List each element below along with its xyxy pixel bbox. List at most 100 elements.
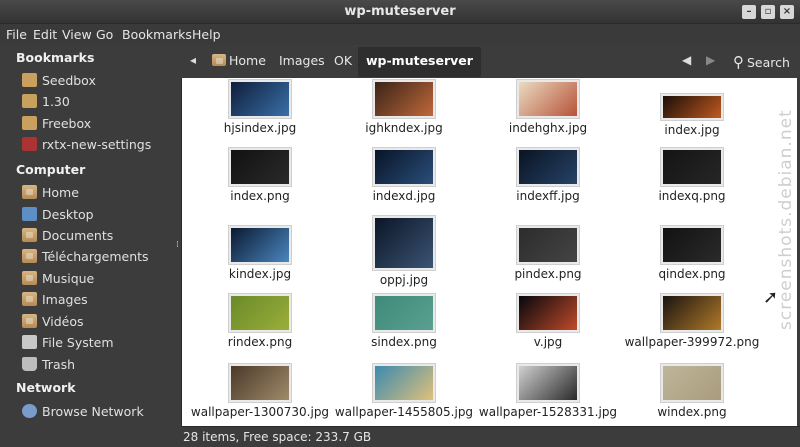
search-label: Search	[747, 55, 790, 70]
menu-go[interactable]: Go	[96, 27, 113, 42]
file-item[interactable]: wallpaper-1300730.jpg	[190, 364, 330, 419]
file-name: indexd.jpg	[372, 189, 436, 203]
sidebar-item-telechargements[interactable]: Téléchargements	[22, 247, 149, 265]
file-item[interactable]: wallpaper-1455805.jpg	[334, 364, 474, 419]
watermark: screenshots.debian.net	[772, 100, 798, 350]
file-name: indexq.png	[658, 189, 726, 203]
maximize-icon[interactable]: ▫	[761, 5, 775, 19]
menu-help[interactable]: Help	[192, 27, 221, 42]
sidebar-item-file-system[interactable]: File System	[22, 333, 114, 351]
crumb-current[interactable]: wp-muteserver	[358, 47, 481, 77]
sidebar-item-freebox[interactable]: Freebox	[22, 114, 91, 132]
file-view[interactable]: hjsindex.jpg ighkndex.jpg indehghx.jpg inde…	[181, 78, 797, 426]
file-item[interactable]: hjsindex.jpg	[190, 80, 330, 135]
sidebar-item-label: Desktop	[42, 206, 94, 222]
menu-bookmarks[interactable]: Bookmarks	[122, 27, 192, 42]
sidebar-item-trash[interactable]: Trash	[22, 355, 75, 373]
sidebar-item-images[interactable]: Images	[22, 290, 88, 308]
close-icon[interactable]: ×	[780, 5, 794, 19]
folder-icon	[22, 228, 37, 242]
menu-view[interactable]: View	[62, 27, 92, 42]
menu-file[interactable]: File	[6, 27, 27, 42]
crumb-ok[interactable]: OK	[334, 53, 352, 68]
sidebar-item-videos[interactable]: Vidéos	[22, 312, 84, 330]
file-item[interactable]: v.jpg	[478, 294, 618, 349]
file-thumbnail	[661, 226, 723, 264]
file-thumbnail	[373, 294, 435, 332]
window-title: wp-muteserver	[344, 4, 456, 19]
sidebar-item-home[interactable]: Home	[22, 183, 79, 201]
sidebar-item-documents[interactable]: Documents	[22, 226, 113, 244]
sidebar-item-1-30[interactable]: 1.30	[22, 92, 70, 110]
file-thumbnail	[229, 148, 291, 186]
sidebar-item-label: Musique	[42, 270, 95, 286]
menu-edit[interactable]: Edit	[33, 27, 57, 42]
file-item[interactable]: wallpaper-1528331.jpg	[478, 364, 618, 419]
file-thumbnail	[229, 226, 291, 264]
file-item[interactable]: pindex.png	[478, 226, 618, 281]
home-folder-icon	[22, 185, 37, 199]
path-bar: ◂ Home Images OK wp-muteserver ◀ ▶ ⚲ Sear…	[181, 45, 800, 78]
sidebar-item-seedbox[interactable]: Seedbox	[22, 71, 96, 89]
folder-icon	[22, 314, 37, 328]
crumb-home[interactable]: Home	[212, 53, 266, 68]
file-name: indexff.jpg	[516, 189, 580, 203]
sidebar-item-browse-network[interactable]: Browse Network	[22, 402, 144, 420]
file-item[interactable]: wallpaper-399972.png	[622, 294, 762, 349]
file-name: kindex.jpg	[228, 267, 292, 281]
file-thumbnail	[373, 80, 435, 118]
file-item[interactable]: indehghx.jpg	[478, 80, 618, 135]
file-name: v.jpg	[533, 335, 563, 349]
sidebar-item-label: 1.30	[42, 93, 70, 109]
network-icon	[22, 404, 37, 418]
status-bar: 28 items, Free space: 233.7 GB	[181, 426, 800, 447]
menu-bar: File Edit View Go Bookmarks Help	[0, 24, 800, 45]
network-folder-icon	[22, 73, 37, 87]
home-folder-icon	[212, 54, 226, 66]
file-name: wallpaper-1455805.jpg	[334, 405, 474, 419]
file-item[interactable]: kindex.jpg	[190, 226, 330, 281]
file-item[interactable]: index.png	[190, 148, 330, 203]
file-name: oppj.jpg	[379, 273, 429, 287]
file-thumbnail	[661, 94, 723, 120]
file-name: windex.png	[657, 405, 727, 419]
file-item[interactable]: windex.png	[622, 364, 762, 419]
file-thumbnail	[373, 364, 435, 402]
file-item[interactable]: indexff.jpg	[478, 148, 618, 203]
pane-resize-handle[interactable]: ⁞	[176, 240, 179, 250]
sidebar-item-label: Images	[42, 291, 88, 307]
file-name: hjsindex.jpg	[223, 121, 297, 135]
scroll-left-icon[interactable]: ◂	[190, 53, 196, 67]
file-item[interactable]: indexd.jpg	[334, 148, 474, 203]
search-button[interactable]: ⚲ Search	[733, 53, 790, 71]
file-thumbnail	[373, 216, 435, 270]
file-thumbnail	[517, 148, 579, 186]
crumb-label: Home	[229, 53, 266, 68]
network-folder-icon	[22, 116, 37, 130]
file-item[interactable]: oppj.jpg	[334, 216, 474, 287]
sidebar-item-musique[interactable]: Musique	[22, 269, 94, 287]
forward-arrow-icon[interactable]: ▶	[706, 53, 715, 67]
sidebar-item-label: Freebox	[42, 115, 92, 131]
file-item[interactable]: ighkndex.jpg	[334, 80, 474, 135]
sidebar-item-rxtx-new-settings[interactable]: rxtx-new-settings	[22, 135, 151, 153]
sidebar-item-label: Browse Network	[42, 403, 144, 419]
file-item[interactable]: rindex.png	[190, 294, 330, 349]
sidebar-item-label: rxtx-new-settings	[42, 136, 152, 152]
file-thumbnail	[661, 148, 723, 186]
title-bar: wp-muteserver – ▫ ×	[0, 0, 800, 24]
network-folder-icon	[22, 94, 37, 108]
drive-icon	[22, 335, 37, 349]
file-item[interactable]: qindex.png	[622, 226, 762, 281]
crumb-images[interactable]: Images	[279, 53, 325, 68]
bookmarks-header: Bookmarks	[16, 50, 95, 65]
file-name: wallpaper-1300730.jpg	[190, 405, 330, 419]
file-item[interactable]: indexq.png	[622, 148, 762, 203]
minimize-icon[interactable]: –	[742, 5, 756, 19]
sidebar-item-desktop[interactable]: Desktop	[22, 205, 94, 223]
back-arrow-icon[interactable]: ◀	[682, 53, 691, 67]
file-item[interactable]: index.jpg	[622, 94, 762, 137]
file-item[interactable]: sindex.png	[334, 294, 474, 349]
file-thumbnail	[229, 364, 291, 402]
file-thumbnail	[229, 294, 291, 332]
